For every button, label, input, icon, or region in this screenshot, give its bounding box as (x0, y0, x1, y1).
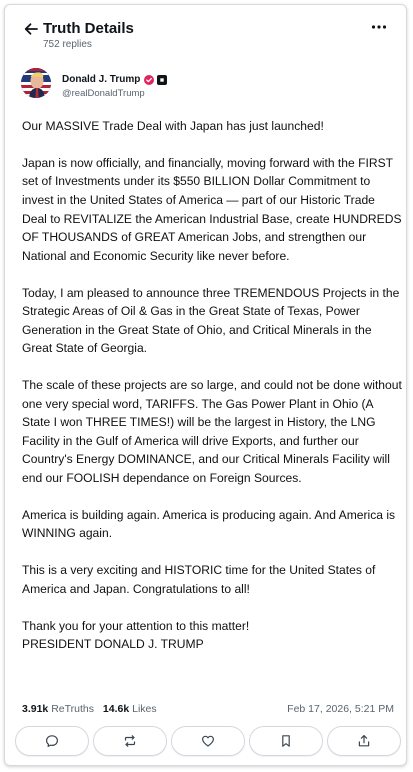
reply-count: 752 replies (43, 39, 92, 50)
author-handle: @realDonaldTrump (62, 88, 145, 99)
post-paragraph: America is building again. America is pr… (22, 507, 396, 541)
author-name-row: Donald J. Trump (62, 73, 168, 87)
avatar[interactable] (21, 68, 51, 98)
post-signature: PRESIDENT DONALD J. TRUMP (22, 637, 204, 652)
likes-stat[interactable]: 14.6k Likes (103, 701, 157, 717)
post-paragraph: Today, I am pleased to announce three TR… (22, 285, 400, 356)
truth-details-card: Truth Details 752 replies Donald J. Trum… (4, 4, 407, 766)
page-title: Truth Details (43, 20, 134, 37)
post-paragraph: The scale of these projects are so large… (22, 378, 402, 486)
more-horizontal-icon (371, 25, 387, 29)
action-bar (15, 726, 401, 756)
retruth-button[interactable] (93, 726, 167, 756)
post-timestamp: Feb 17, 2026, 5:21 PM (287, 703, 394, 715)
more-options-button[interactable] (366, 17, 392, 37)
heart-icon (202, 735, 214, 747)
likes-label: Likes (132, 703, 157, 715)
share-button[interactable] (327, 726, 401, 756)
bookmark-icon (282, 735, 290, 747)
author-name[interactable]: Donald J. Trump (62, 73, 140, 87)
post-paragraph: Japan is now officially, and financially… (22, 155, 402, 263)
retruths-stat[interactable]: 3.91k ReTruths (22, 701, 94, 717)
arrow-left-icon (24, 23, 38, 35)
post-stats: 3.91k ReTruths 14.6k Likes Feb 17, 2026,… (22, 701, 394, 717)
app-badge-icon (157, 75, 168, 85)
header: Truth Details 752 replies (5, 5, 406, 57)
post-closing-line: Thank you for your attention to this mat… (22, 618, 250, 633)
reply-button[interactable] (15, 726, 89, 756)
like-button[interactable] (171, 726, 245, 756)
bookmark-button[interactable] (249, 726, 323, 756)
likes-count: 14.6k (102, 703, 130, 715)
back-button[interactable] (20, 18, 42, 40)
retruths-count: 3.91k (22, 703, 49, 715)
post-body: Our MASSIVE Trade Deal with Japan has ju… (22, 117, 402, 654)
share-icon (358, 735, 370, 747)
retruths-label: ReTruths (51, 703, 94, 715)
verified-badge-icon (144, 75, 155, 85)
retruth-icon (124, 735, 136, 747)
post-paragraph: Our MASSIVE Trade Deal with Japan has ju… (22, 119, 324, 133)
post-paragraph: This is a very exciting and HISTORIC tim… (22, 563, 376, 596)
reply-icon (46, 735, 58, 747)
author-row: Donald J. Trump @realDonaldTrump (5, 65, 406, 105)
avatar-image (21, 68, 51, 98)
